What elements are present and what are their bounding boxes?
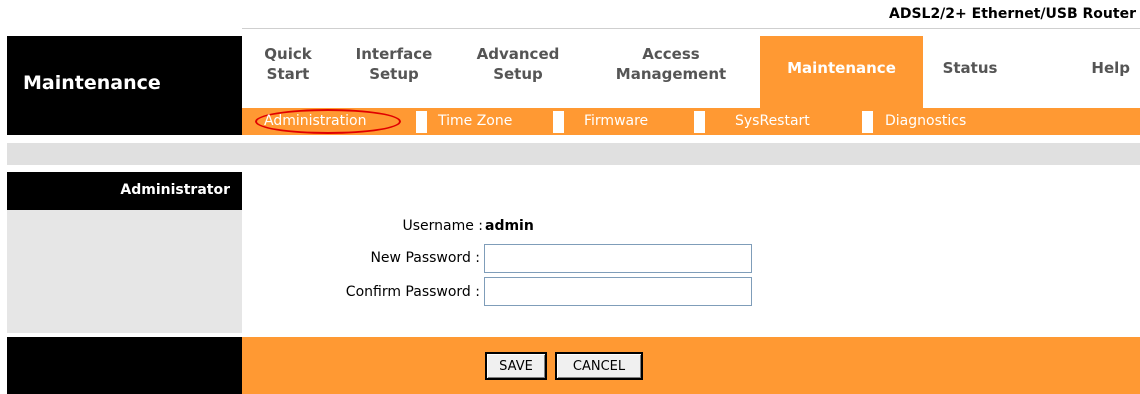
section-sidebar — [7, 210, 242, 333]
nav-quick-start-line1: Quick — [264, 45, 312, 63]
new-password-field[interactable] — [484, 244, 752, 273]
nav-access-management-line2: Management — [615, 65, 727, 83]
nav-interface-setup-line2: Setup — [369, 65, 419, 83]
product-name: ADSL2/2+ Ethernet/USB Router — [888, 6, 1136, 22]
subnav-sysrestart[interactable]: SysRestart — [735, 108, 810, 135]
username-value: admin — [485, 218, 534, 234]
subnav-time-zone[interactable]: Time Zone — [438, 108, 512, 135]
subnav-separator — [553, 111, 564, 133]
nav-interface-setup-line1: Interface — [355, 45, 433, 63]
subnav-separator — [862, 111, 873, 133]
nav-advanced-setup-line2: Setup — [493, 65, 543, 83]
subnav-administration[interactable]: Administration — [264, 108, 366, 135]
save-button[interactable]: SAVE — [485, 352, 547, 380]
nav-help-label: Help — [1091, 59, 1130, 77]
spacer-band — [7, 143, 1140, 165]
nav-access-management[interactable]: Access Management — [582, 36, 760, 116]
footer-left-block — [7, 337, 242, 394]
cancel-button[interactable]: CANCEL — [555, 352, 643, 380]
confirm-password-field[interactable] — [484, 277, 752, 306]
nav-quick-start-line2: Start — [266, 65, 310, 83]
subnav-separator — [694, 111, 705, 133]
username-label: Username : — [402, 218, 483, 234]
nav-maintenance-label: Maintenance — [787, 59, 896, 77]
nav-interface-setup[interactable]: Interface Setup — [334, 36, 454, 116]
footer-bar — [242, 337, 1140, 394]
subnav-separator — [416, 111, 427, 133]
subnav-diagnostics[interactable]: Diagnostics — [885, 108, 966, 135]
nav-status-label: Status — [942, 59, 998, 77]
nav-help[interactable]: Help — [1017, 36, 1140, 108]
nav-advanced-setup[interactable]: Advanced Setup — [454, 36, 582, 116]
nav-advanced-setup-line1: Advanced — [476, 45, 560, 63]
section-title: Administrator — [7, 172, 242, 210]
header-divider — [242, 28, 1140, 29]
subnav-firmware[interactable]: Firmware — [584, 108, 648, 135]
new-password-label: New Password : — [370, 250, 480, 266]
page-title: Maintenance — [7, 36, 242, 108]
nav-access-management-line1: Access — [642, 45, 700, 63]
main-nav: Quick Start Interface Setup Advanced Set… — [242, 36, 1140, 130]
confirm-password-label: Confirm Password : — [345, 284, 480, 300]
nav-quick-start[interactable]: Quick Start — [242, 36, 334, 116]
left-strip — [7, 108, 242, 135]
sub-nav: Administration Time Zone Firmware SysRes… — [242, 108, 1140, 135]
